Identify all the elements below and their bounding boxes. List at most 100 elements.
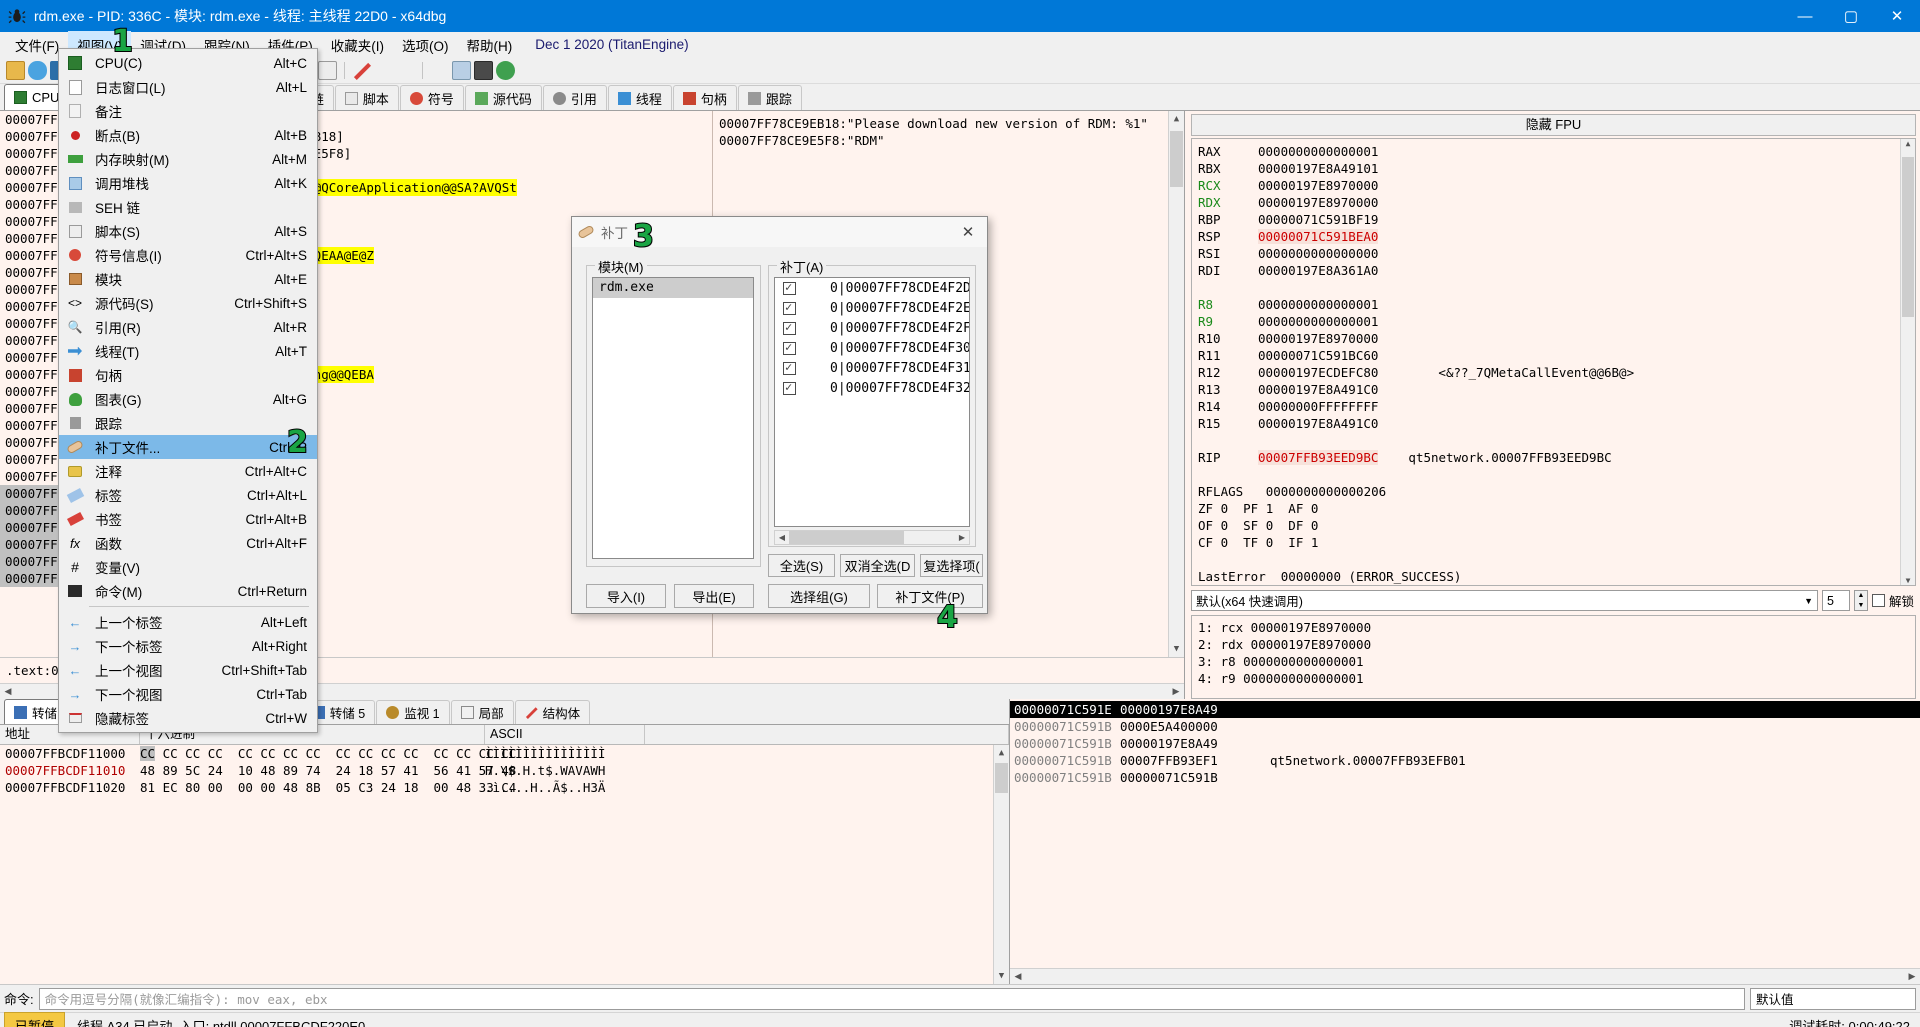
select-all-button[interactable]: 全选(S) — [768, 554, 835, 577]
menu-item-variables[interactable]: # 变量(V) — [59, 555, 317, 579]
register-value[interactable]: 00000071C591BC60 — [1258, 348, 1378, 363]
register-row[interactable]: RAX 0000000000000001 — [1198, 143, 1915, 160]
menu-item-script[interactable]: 脚本(S) Alt+S — [59, 219, 317, 243]
registers-list[interactable]: RAX 0000000000000001 RBX 00000197E8A49101 … — [1191, 138, 1916, 586]
scroll-left-icon[interactable]: ◀ — [0, 686, 16, 697]
unlock-checkbox[interactable] — [1871, 594, 1885, 607]
menu-item-comments[interactable]: 注释 Ctrl+Alt+C — [59, 459, 317, 483]
menu-item-labels[interactable]: 标签 Ctrl+Alt+L — [59, 483, 317, 507]
scroll-up-icon[interactable]: ▲ — [1169, 111, 1184, 127]
registers-pane[interactable]: 隐藏 FPU RAX 0000000000000001 RBX 00000197E8… — [1185, 111, 1920, 699]
register-value[interactable]: 0000000000000001 — [1258, 314, 1378, 329]
dump-col-ascii[interactable]: ASCII — [485, 725, 645, 744]
scroll-down-icon[interactable]: ▼ — [994, 968, 1009, 984]
menu-item-bookmarks[interactable]: 书签 Ctrl+Alt+B — [59, 507, 317, 531]
dump-row[interactable]: 00007FFBCDF11000 CC CC CC CC CC CC CC CC… — [0, 745, 1009, 762]
menu-item-next-tab[interactable]: → 下一个标签 Alt+Right — [59, 634, 317, 658]
globe-icon[interactable] — [496, 61, 515, 80]
log-icon[interactable] — [318, 61, 337, 80]
stepper-up-icon[interactable]: ▲ — [1855, 591, 1867, 601]
register-row[interactable]: R8 0000000000000001 — [1198, 296, 1915, 313]
scroll-thumb[interactable] — [1170, 131, 1183, 187]
font-icon[interactable] — [430, 61, 449, 80]
invert-selection-button[interactable]: 复选择项( — [920, 554, 983, 577]
flags-row[interactable]: OF 0 SF 0 DF 0 — [1198, 517, 1915, 534]
command-default-value[interactable]: 默认值 — [1750, 987, 1916, 1010]
menu-item-log[interactable]: 日志窗口(L) Alt+L — [59, 75, 317, 99]
register-value[interactable]: 00000000FFFFFFFF — [1258, 399, 1378, 414]
register-row[interactable]: RDX 00000197E8970000 — [1198, 194, 1915, 211]
flags-row[interactable]: ZF 0 PF 1 AF 0 — [1198, 500, 1915, 517]
register-row[interactable]: RSI 0000000000000000 — [1198, 245, 1915, 262]
tab-watch-1[interactable]: 监视 1 — [376, 700, 450, 724]
restart-icon[interactable] — [28, 61, 47, 80]
menu-item-seh[interactable]: SEH 链 — [59, 195, 317, 219]
register-row[interactable]: R12 00000197ECDEFC80 <&??_7QMetaCallEvent@… — [1198, 364, 1915, 381]
tab-references[interactable]: 引用 — [542, 85, 607, 110]
register-row[interactable]: R15 00000197E8A491C0 — [1198, 415, 1915, 432]
dump-scrollbar[interactable]: ▲ ▼ — [993, 745, 1009, 984]
patch-list-item[interactable]: 0|00007FF78CDE4F32: — [775, 378, 969, 398]
fpu-toggle[interactable]: 隐藏 FPU — [1191, 114, 1916, 136]
register-value[interactable]: 00000197ECDEFC80 — [1258, 365, 1378, 380]
patch-checkbox[interactable] — [783, 300, 796, 315]
register-row[interactable]: RBX 00000197E8A49101 — [1198, 160, 1915, 177]
register-value[interactable]: 00000071C591BEA0 — [1258, 229, 1379, 244]
scroll-track[interactable] — [1026, 969, 1904, 984]
disassembly-scrollbar[interactable]: ▲ ▼ — [1168, 111, 1184, 657]
menu-item-modules[interactable]: 模块 Alt+E — [59, 267, 317, 291]
rflags-row[interactable]: RFLAGS 0000000000000206 — [1198, 483, 1915, 500]
menu-item-symbols[interactable]: 符号信息(I) Ctrl+Alt+S — [59, 243, 317, 267]
stack-row[interactable]: 00000071C591B 00000071C591B — [1010, 769, 1920, 786]
close-button[interactable]: ✕ — [1874, 0, 1920, 32]
module-list[interactable]: rdm.exe — [592, 277, 754, 559]
view-dropdown-menu[interactable]: CPU(C) Alt+C 日志窗口(L) Alt+L 备注 断点(B) Alt+… — [58, 48, 318, 733]
register-row[interactable]: RBP 00000071C591BF19 — [1198, 211, 1915, 228]
menu-item-threads[interactable]: 线程(T) Alt+T — [59, 339, 317, 363]
scroll-right-icon[interactable]: ▶ — [1168, 686, 1184, 697]
menu-item-previous-tab[interactable]: ← 上一个标签 Alt+Left — [59, 610, 317, 634]
register-row[interactable]: RSP 00000071C591BEA0 — [1198, 228, 1915, 245]
dump-row[interactable]: 00007FFBCDF11020 81 EC 80 00 00 00 48 8B… — [0, 779, 1009, 796]
deselect-all-button[interactable]: 双消全选(D — [840, 554, 915, 577]
scroll-left-icon[interactable]: ◀ — [1010, 971, 1026, 982]
patch-list-item[interactable]: 0|00007FF78CDE4F2D: — [775, 278, 969, 298]
dump-rows[interactable]: 00007FFBCDF11000 CC CC CC CC CC CC CC CC… — [0, 745, 1009, 984]
patch-checkbox[interactable] — [783, 380, 796, 395]
patch-list-item[interactable]: 0|00007FF78CDE4F31: — [775, 358, 969, 378]
stack-row[interactable]: 00000071C591E 00000197E8A49 — [1010, 701, 1920, 718]
select-group-button[interactable]: 选择组(G) — [768, 584, 870, 608]
patch-checkbox[interactable] — [783, 320, 796, 335]
calling-convention-select[interactable]: 默认(x64 快速调用) ▼ — [1191, 590, 1818, 611]
scroll-thumb[interactable] — [1902, 157, 1914, 317]
scroll-up-icon[interactable]: ▲ — [994, 745, 1009, 761]
menu-item-breakpoints[interactable]: 断点(B) Alt+B — [59, 123, 317, 147]
menu-item-graph[interactable]: 图表(G) Alt+G — [59, 387, 317, 411]
tab-trace[interactable]: 跟踪 — [737, 85, 802, 110]
stack-row[interactable]: 00000071C591B 0000E5A400000 — [1010, 718, 1920, 735]
menu-item-references[interactable]: 🔍 引用(R) Alt+R — [59, 315, 317, 339]
register-value[interactable]: 00000197E8A491C0 — [1258, 416, 1378, 431]
menu-item-hide-tab[interactable]: 隐藏标签 Ctrl+W — [59, 706, 317, 730]
menu-item-cpu[interactable]: CPU(C) Alt+C — [59, 51, 317, 75]
menu-item-command[interactable]: 命令(M) Ctrl+Return — [59, 579, 317, 603]
stack-row[interactable]: 00000071C591B 00000197E8A49 — [1010, 735, 1920, 752]
tab-struct[interactable]: 结构体 — [514, 700, 591, 724]
patch-checkbox[interactable] — [783, 340, 796, 355]
stack-row[interactable]: 00000071C591B 00007FFB93EF1 qt5network.0… — [1010, 752, 1920, 769]
bookmark-icon[interactable] — [353, 62, 371, 80]
arg-count-input[interactable]: 5 — [1821, 590, 1850, 611]
unlock-checkbox-row[interactable]: 解锁 — [1871, 591, 1914, 610]
dump-hex-selected[interactable]: CC — [140, 746, 156, 761]
register-row-rip[interactable]: RIP 00007FFB93EED9BC qt5network.00007FFB93… — [1198, 449, 1915, 466]
patch-checkbox[interactable] — [783, 280, 796, 295]
tab-script[interactable]: 脚本 — [334, 85, 399, 110]
maximize-button[interactable]: ▢ — [1828, 0, 1874, 32]
patch-list-item[interactable]: 0|00007FF78CDE4F2F: — [775, 318, 969, 338]
menu-item-previous-view[interactable]: ← 上一个视图 Ctrl+Shift+Tab — [59, 658, 317, 682]
register-row[interactable]: R11 00000071C591BC60 — [1198, 347, 1915, 364]
register-row[interactable]: R9 0000000000000001 — [1198, 313, 1915, 330]
dump-pane[interactable]: 转储 1 转储 2 转储 3 转储 4 转储 5 — [0, 699, 1010, 984]
variable-icon[interactable] — [396, 61, 415, 80]
tab-threads[interactable]: 线程 — [607, 85, 672, 110]
